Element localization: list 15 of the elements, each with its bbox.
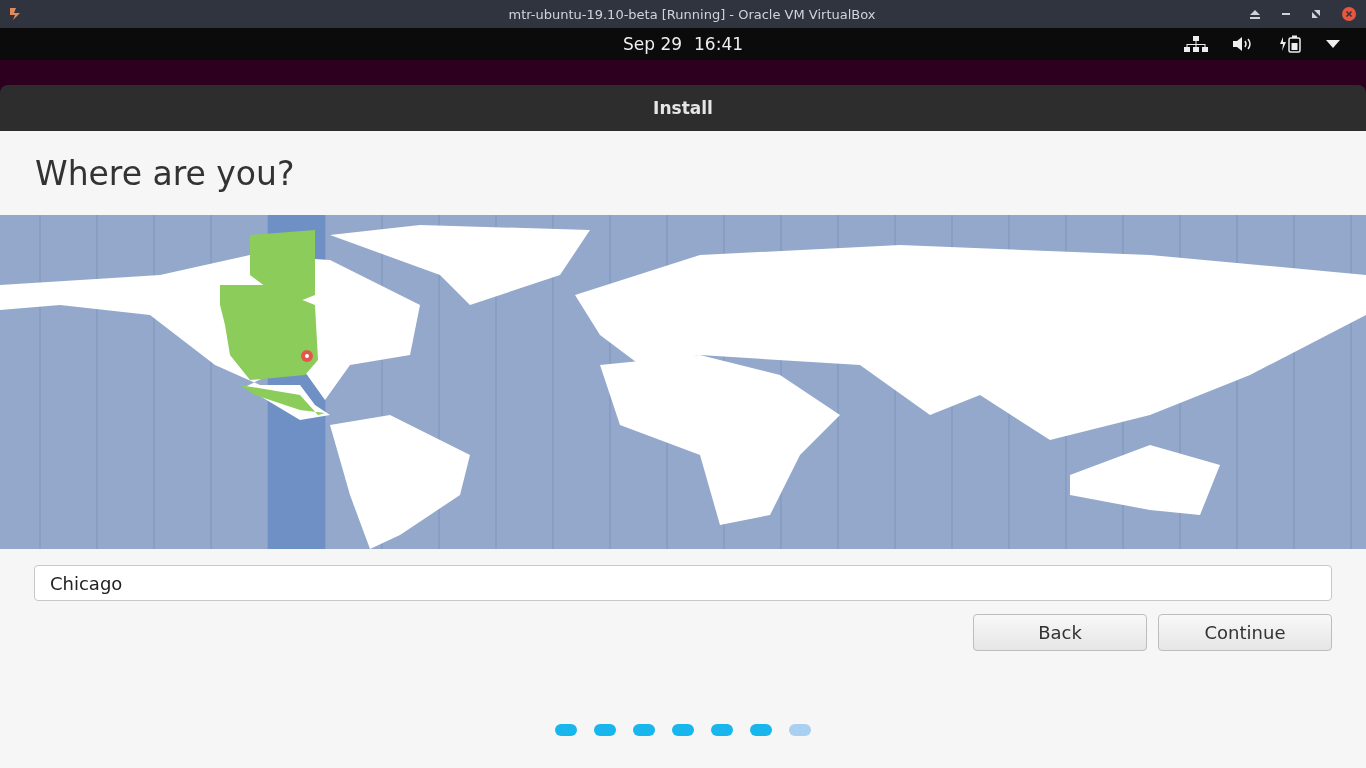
restore-icon[interactable] (1312, 10, 1320, 18)
window-title: Install (653, 98, 713, 118)
vm-window-title: mtr-ubuntu-19.10-beta [Running] - Oracle VM VirtualBox (507, 6, 877, 22)
caret-icon[interactable] (1326, 40, 1340, 48)
clock-time[interactable]: 16:41 (694, 34, 744, 54)
battery-icon[interactable] (1280, 35, 1302, 53)
page-heading: Where are you? (35, 153, 295, 193)
world-map-drawing[interactable] (0, 215, 1366, 549)
eject-icon[interactable] (1250, 9, 1260, 19)
close-icon[interactable] (1342, 7, 1356, 21)
nav-button[interactable]: Back (973, 614, 1147, 651)
location-field[interactable]: Chicago (34, 565, 1332, 601)
network-icon[interactable] (1184, 36, 1208, 52)
clock-date[interactable]: Sep 29 (622, 34, 683, 54)
nav-button[interactable]: Continue (1158, 614, 1332, 651)
